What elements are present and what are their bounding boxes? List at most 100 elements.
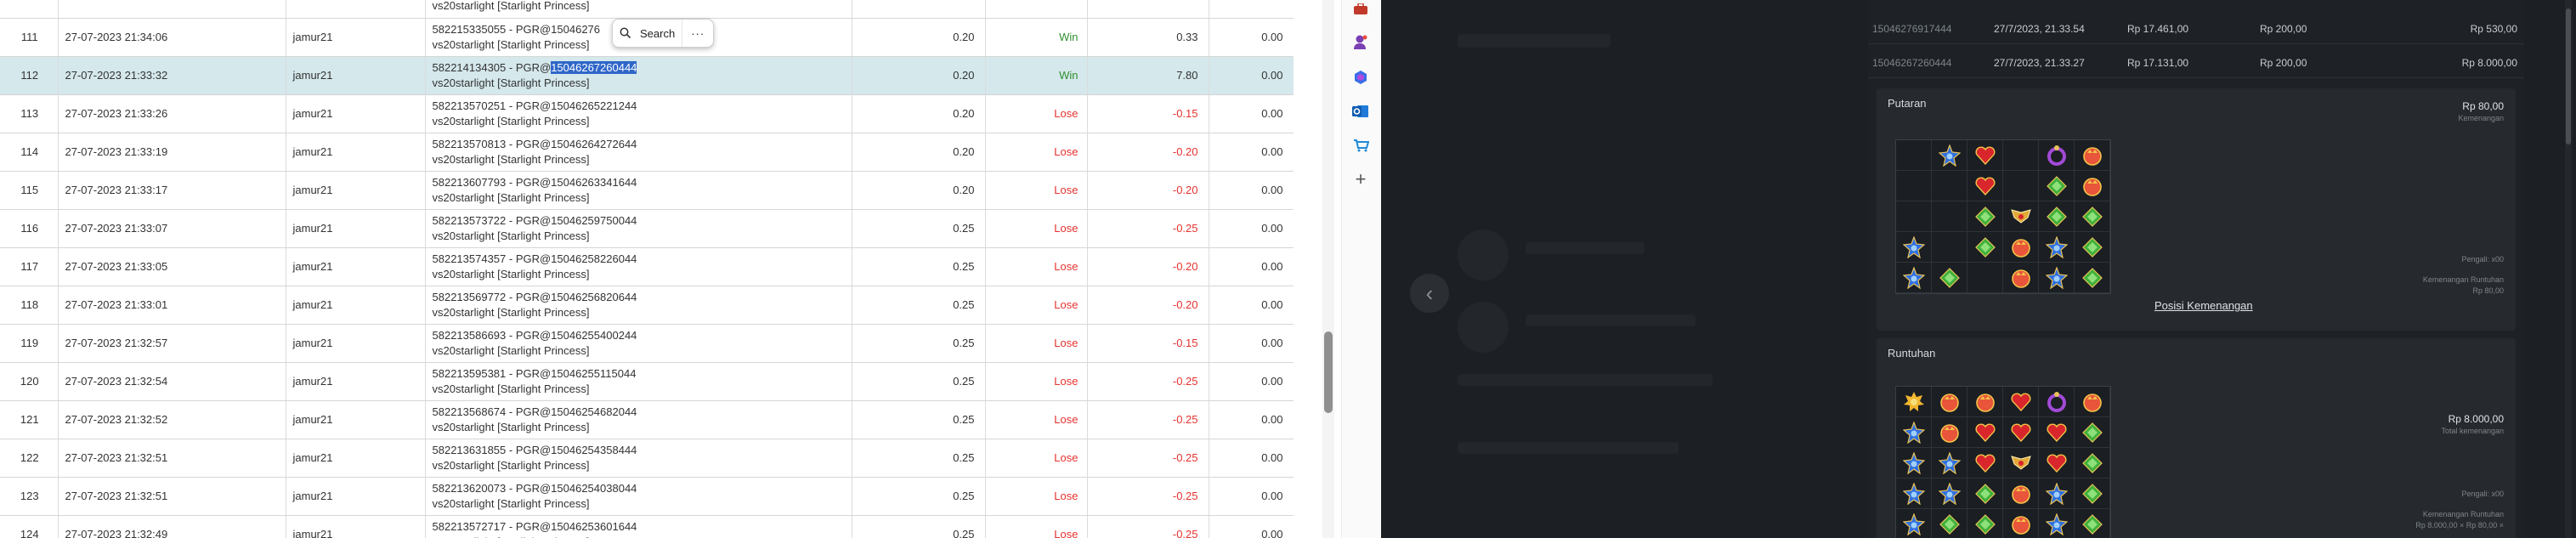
- vertical-scrollbar[interactable]: [1322, 0, 1334, 538]
- row-result: Lose: [985, 362, 1088, 401]
- gold-sun-icon: [1903, 391, 1925, 413]
- row-result: Lose: [985, 247, 1088, 286]
- blue-star-icon: [2045, 513, 2068, 535]
- game-cell[interactable]: 582213570813 - PGR@15046264272644 vs20sta…: [425, 133, 852, 172]
- game-cell[interactable]: 582213607793 - PGR@15046263341644 vs20sta…: [425, 171, 852, 210]
- reel-cell: [2039, 263, 2075, 293]
- game-cell[interactable]: 582213570251 - PGR@15046265221244 vs20sta…: [425, 94, 852, 133]
- row-username: jamur21: [286, 171, 426, 210]
- game-cell[interactable]: 582213620073 - PGR@15046254038044 vs20sta…: [425, 477, 852, 516]
- game-name: vs20starlight [Starlight Princess]: [433, 535, 590, 538]
- row-number: 119: [0, 324, 59, 363]
- more-options-button[interactable]: ···: [682, 20, 713, 47]
- game-cell[interactable]: 582213568674 - PGR@15046254682044 vs20sta…: [425, 400, 852, 439]
- game-cell[interactable]: 582214134305 - PGR@15046267260444 vs20sta…: [425, 56, 852, 95]
- table-row[interactable]: 118 27-07-2023 21:33:01 jamur21 58221356977…: [0, 286, 1294, 325]
- panel-scrollbar-thumb[interactable]: [2566, 8, 2571, 144]
- orange-crown-icon: [2010, 267, 2032, 289]
- row-balance: 0.00: [1209, 362, 1294, 401]
- table-row[interactable]: 122 27-07-2023 21:32:51 jamur21 58221363185…: [0, 439, 1294, 478]
- table-row[interactable]: 121 27-07-2023 21:32:52 jamur21 58221356867…: [0, 400, 1294, 439]
- blue-star-icon: [2045, 482, 2068, 505]
- cascade-win-amount: Rp 80,00: [2472, 286, 2504, 295]
- row-balance: 0.00: [1209, 56, 1294, 95]
- game-cell[interactable]: 582213572717 - PGR@15046253601644 vs20sta…: [425, 515, 852, 538]
- reel-cell: [2075, 171, 2110, 201]
- table-row[interactable]: 112 27-07-2023 21:33:32 jamur21 58221413430…: [0, 56, 1294, 95]
- history-row[interactable]: 15046267260444 27/7/2023, 21.33.27 Rp 17…: [1868, 48, 2524, 78]
- history-row[interactable]: 15046276917444 27/7/2023, 21.33.54 Rp 17…: [1868, 14, 2524, 44]
- table-row[interactable]: 119 27-07-2023 21:32:57 jamur21 58221358669…: [0, 324, 1294, 363]
- row-result: Win: [985, 56, 1088, 95]
- winning-positions-link[interactable]: Posisi Kemenangan: [2154, 299, 2253, 312]
- green-gem-icon: [2046, 175, 2068, 197]
- table-row[interactable]: 115 27-07-2023 21:33:17 jamur21 58221360779…: [0, 171, 1294, 210]
- copilot-icon[interactable]: [1351, 68, 1370, 87]
- row-result: Lose: [985, 439, 1088, 478]
- reel-cell: [2003, 263, 2039, 293]
- row-win-amount: 0.33: [1087, 18, 1209, 57]
- multiplier-note: Pengali: x00: [2461, 255, 2504, 263]
- row-number: 118: [0, 286, 59, 325]
- row-win-amount: -0.20: [1087, 286, 1209, 325]
- table-row[interactable]: 117 27-07-2023 21:33:05 jamur21 58221357435…: [0, 247, 1294, 286]
- table-row[interactable]: 114 27-07-2023 21:33:19 jamur21 58221357081…: [0, 133, 1294, 172]
- back-chevron-button[interactable]: ‹: [1410, 274, 1449, 313]
- runtuhan-section: Runtuhan Rp 8.000,00 Total kemenangan Pe…: [1877, 338, 2516, 538]
- row-win-amount: -0.25: [1087, 209, 1209, 248]
- row-win-amount: -0.20: [1087, 133, 1209, 172]
- selected-text[interactable]: 15046267260444: [551, 60, 637, 74]
- scrollbar-thumb[interactable]: [1324, 331, 1333, 413]
- row-username: jamur21: [286, 362, 426, 401]
- row-number: 120: [0, 362, 59, 401]
- round-bet: Rp 200,00: [2260, 56, 2307, 69]
- game-cell[interactable]: 582213574357 - PGR@15046258226044 vs20sta…: [425, 247, 852, 286]
- game-cell[interactable]: 582213586693 - PGR@15046255400244 vs20sta…: [425, 324, 852, 363]
- row-result: Win: [985, 18, 1088, 57]
- reel-cell: [2039, 417, 2075, 448]
- row-bet: 0.25: [852, 209, 986, 248]
- reel-cell: [1932, 387, 1967, 417]
- game-cell[interactable]: 582213631855 - PGR@15046254358444 vs20sta…: [425, 439, 852, 478]
- game-name: vs20starlight [Starlight Princess]: [432, 76, 590, 89]
- game-cell[interactable]: 582213595381 - PGR@15046255115044 vs20sta…: [425, 362, 852, 401]
- reel-cell: [1967, 417, 2003, 448]
- table-row[interactable]: vs20starlight [Starlight Princess]: [0, 0, 1294, 19]
- table-row[interactable]: 123 27-07-2023 21:32:51 jamur21 58221362007…: [0, 477, 1294, 516]
- row-bet: 0.25: [852, 286, 986, 325]
- table-row[interactable]: 124 27-07-2023 21:32:49 jamur21 58221357271…: [0, 515, 1294, 538]
- orange-crown-icon: [2081, 391, 2103, 413]
- add-icon[interactable]: +: [1351, 168, 1370, 190]
- row-date: 27-07-2023 21:33:01: [58, 286, 286, 325]
- game-name: vs20starlight [Starlight Princess]: [432, 152, 590, 166]
- reel-cell: [1896, 171, 1932, 201]
- search-menu-item[interactable]: Search: [613, 20, 682, 47]
- reel-cell: [1896, 140, 1932, 171]
- green-gem-icon: [1974, 513, 1996, 535]
- row-bet: 0.25: [852, 439, 986, 478]
- green-gem-icon: [2081, 236, 2103, 258]
- reel-cell: [1896, 201, 1932, 232]
- blue-star-icon: [1902, 482, 1925, 505]
- table-row[interactable]: 113 27-07-2023 21:33:26 jamur21 58221357025…: [0, 94, 1294, 133]
- reel-cell: [1967, 140, 2003, 171]
- person-icon[interactable]: [1351, 32, 1370, 51]
- game-history-pane: ‹ 15046276917444 27/7/2023, 21.33.54 Rp …: [1381, 0, 2576, 538]
- red-heart-icon: [2010, 391, 2032, 413]
- table-row[interactable]: 116 27-07-2023 21:33:07 jamur21 58221357372…: [0, 209, 1294, 248]
- gold-wings-icon: [2010, 206, 2032, 228]
- reel-cell: [2039, 448, 2075, 479]
- game-name: vs20starlight [Starlight Princess]: [432, 37, 590, 51]
- table-row[interactable]: 120 27-07-2023 21:32:54 jamur21 58221359538…: [0, 362, 1294, 401]
- row-win-amount: -0.25: [1087, 515, 1209, 538]
- toolbox-icon[interactable]: [1351, 0, 1370, 19]
- game-cell[interactable]: 582213569772 - PGR@15046256820644 vs20sta…: [425, 286, 852, 325]
- reel-cell: [1967, 171, 2003, 201]
- cascade-total-label: Total kemenangan: [2441, 427, 2504, 435]
- row-balance: 0.00: [1209, 247, 1294, 286]
- game-cell[interactable]: 582213573722 - PGR@15046259750044 vs20sta…: [425, 209, 852, 248]
- background-placeholder: [1458, 229, 1509, 280]
- outlook-icon[interactable]: [1351, 102, 1370, 121]
- shopping-icon[interactable]: [1351, 136, 1370, 155]
- reel-cell: [2075, 232, 2110, 263]
